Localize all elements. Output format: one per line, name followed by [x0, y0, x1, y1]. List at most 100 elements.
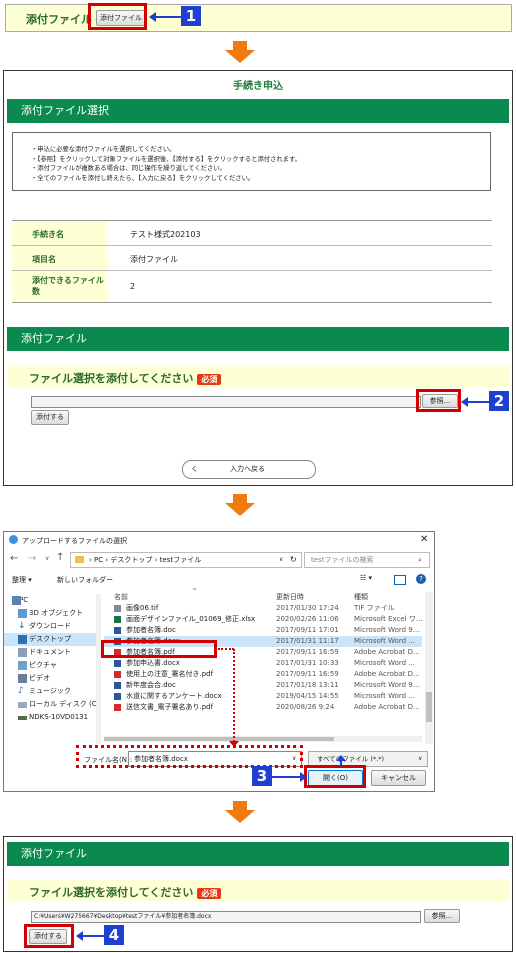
attach-button[interactable]: 添付する	[31, 410, 69, 425]
sidebar-label: ローカル ディスク (C	[29, 700, 97, 708]
filetype-dropdown-icon: ∨	[418, 755, 423, 762]
breadcrumb-pc[interactable]: PC	[94, 556, 103, 564]
file-row[interactable]: 使用上の注意_署名付き.pdf 2017/09/11 16:59 Adobe Acr…	[104, 669, 422, 680]
column-date[interactable]: 更新日時	[276, 592, 304, 602]
organize-menu[interactable]: 整理 ▾	[12, 575, 32, 585]
file-date: 2017/01/18 13:11	[276, 681, 339, 689]
address-field[interactable]: › PC › デスクトップ › testファイル ∨ ↻	[70, 552, 302, 568]
breadcrumb-testfolder[interactable]: testファイル	[160, 556, 201, 564]
file-type: TIF ファイル	[354, 604, 395, 612]
address-dropdown-icon[interactable]: ∨	[279, 553, 283, 567]
sidebar-item-pictures[interactable]: ピクチャ	[4, 659, 96, 672]
pdf-file-icon	[114, 704, 121, 711]
back-arrow-icon[interactable]: ←	[10, 553, 18, 564]
forward-arrow-icon[interactable]: →	[28, 553, 36, 564]
sidebar-item-desktop[interactable]: デスクトップ	[4, 633, 96, 646]
column-type[interactable]: 種類	[354, 592, 368, 602]
sidebar-item-network-drive[interactable]: NDKS-10VD0131	[4, 711, 96, 724]
breadcrumb-desktop[interactable]: デスクトップ	[110, 556, 152, 564]
attach-section-title: 添付ファイル	[7, 327, 509, 351]
preview-pane-icon[interactable]	[394, 575, 406, 585]
list-scrollbar[interactable]	[425, 592, 433, 744]
file-list: 画像06.tif 2017/01/30 17:24 TIF ファイル 画面デザインファ…	[104, 603, 423, 743]
word-file-icon	[114, 682, 121, 689]
help-icon[interactable]: ?	[416, 574, 426, 584]
step1-label: 添付ファイル	[26, 13, 92, 26]
file-type: Adobe Acrobat D...	[354, 703, 420, 711]
image-file-icon	[114, 605, 121, 612]
pointer-arrowhead-3	[300, 772, 307, 782]
sidebar-item-documents[interactable]: ドキュメント	[4, 646, 96, 659]
step-badge-4: 4	[104, 925, 124, 945]
attach-section-title-4: 添付ファイル	[7, 842, 509, 866]
required-badge: 必須	[197, 374, 222, 385]
sidebar-item-pc[interactable]: PC	[4, 594, 96, 607]
view-options-icon[interactable]: ☷ ▾	[360, 574, 372, 582]
required-badge: 必須	[197, 888, 222, 899]
sidebar-item-videos[interactable]: ビデオ	[4, 672, 96, 685]
close-icon[interactable]: ✕	[420, 534, 428, 545]
recent-dropdown-icon[interactable]: ∨	[45, 555, 49, 562]
file-type: Adobe Acrobat D...	[354, 648, 420, 656]
up-arrow-icon[interactable]: ↑	[56, 552, 64, 563]
prompt-row-4: ファイル選択を添付してください 必須	[29, 884, 222, 900]
sidebar-item-music[interactable]: ♪ ミュージック	[4, 685, 96, 698]
new-folder-button[interactable]: 新しいフォルダー	[57, 575, 113, 585]
sidebar-label: ミュージック	[29, 687, 71, 695]
prompt-text: ファイル選択を添付してください	[29, 886, 194, 899]
file-path-field[interactable]	[31, 396, 421, 408]
file-type: Microsoft Word 9...	[354, 626, 420, 634]
search-placeholder: testファイルの検索	[311, 556, 374, 564]
refresh-icon[interactable]: ↻	[290, 553, 297, 567]
file-row[interactable]: 参加者名簿.doc 2017/09/11 17:01 Microsoft Word …	[104, 625, 422, 636]
file-type: Adobe Acrobat D...	[354, 670, 420, 678]
table-label: 添付できるファイル数	[12, 271, 108, 302]
instruction-line: ・申込に必要な添付ファイルを選択してください。	[31, 146, 176, 153]
file-name: 水道に関するアンケート.docx	[126, 692, 222, 700]
file-date: 2020/08/26 9:24	[276, 703, 335, 711]
down-arrow-2	[225, 494, 255, 516]
file-date: 2020/02/26 11:06	[276, 615, 339, 623]
file-path-field-4[interactable]: C:¥Users¥W275667¥Desktop¥testファイル¥参加者名簿.…	[31, 911, 421, 923]
pointer-arrow-4	[76, 931, 104, 941]
dotted-connector-vertical	[233, 649, 235, 745]
horizontal-scrollbar[interactable]	[104, 736, 422, 742]
highlight-attach-file-button	[88, 3, 147, 30]
prompt-bar: ファイル選択を添付してください 必須	[7, 365, 509, 387]
file-date: 2017/01/31 10:33	[276, 659, 339, 667]
word-file-icon	[114, 693, 121, 700]
instruction-line: ・【参照】をクリックして対象ファイルを選択後、【添付する】をクリックすると添付さ…	[31, 155, 301, 163]
sidebar-label: ビデオ	[29, 674, 50, 682]
sidebar-label: ダウンロード	[29, 622, 71, 630]
file-date: 2017/09/11 17:01	[276, 626, 339, 634]
search-field[interactable]: testファイルの検索 ⌕	[304, 552, 430, 568]
sidebar-label: ドキュメント	[29, 648, 71, 656]
step-badge-1: 1	[181, 6, 201, 26]
file-path-value: C:¥Users¥W275667¥Desktop¥testファイル¥参加者名簿.…	[34, 913, 212, 920]
file-row[interactable]: 水道に関するアンケート.docx 2019/04/15 14:55 Microsof…	[104, 691, 422, 702]
sidebar-item-downloads[interactable]: ↓ ダウンロード	[4, 620, 96, 633]
dialog-toolbar: 整理 ▾ 新しいフォルダー ☷ ▾ ?	[4, 572, 434, 588]
search-icon: ⌕	[418, 556, 422, 564]
file-name: 画面デザインファイル_01069_修正.xlsx	[126, 615, 256, 623]
file-row[interactable]: 新年度会合.doc 2017/01/18 13:11 Microsoft Word …	[104, 680, 422, 691]
browse-button-4[interactable]: 参照...	[424, 909, 460, 923]
prompt-text: ファイル選択を添付してください	[29, 372, 194, 385]
sidebar-item-3d[interactable]: 3D オブジェクト	[4, 607, 96, 620]
file-row[interactable]: 画面デザインファイル_01069_修正.xlsx 2020/02/26 11:06…	[104, 614, 423, 625]
sidebar-scrollbar[interactable]	[96, 594, 101, 744]
page-title: 手続き申込	[233, 81, 283, 92]
file-date: 2017/01/30 17:24	[276, 604, 339, 612]
excel-file-icon	[114, 616, 121, 623]
file-row[interactable]: 参加申込書.docx 2017/01/31 10:33 Microsoft Word…	[104, 658, 422, 669]
column-name[interactable]: 名前	[114, 592, 128, 602]
prompt-row: ファイル選択を添付してください 必須	[29, 370, 222, 386]
table-value: 2	[130, 282, 136, 291]
section-title: 添付ファイル選択	[7, 99, 509, 123]
file-name: 新年度会合.doc	[126, 681, 176, 689]
file-row[interactable]: 画像06.tif 2017/01/30 17:24 TIF ファイル	[104, 603, 422, 614]
cancel-button[interactable]: キャンセル	[371, 770, 426, 786]
sidebar-item-local-disk[interactable]: ローカル ディスク (C	[4, 698, 97, 711]
file-row[interactable]: 送信文書_電子署名あり.pdf 2020/08/26 9:24 Adobe Acro…	[104, 702, 422, 713]
back-to-input-button[interactable]: く 入力へ戻る	[182, 460, 316, 479]
